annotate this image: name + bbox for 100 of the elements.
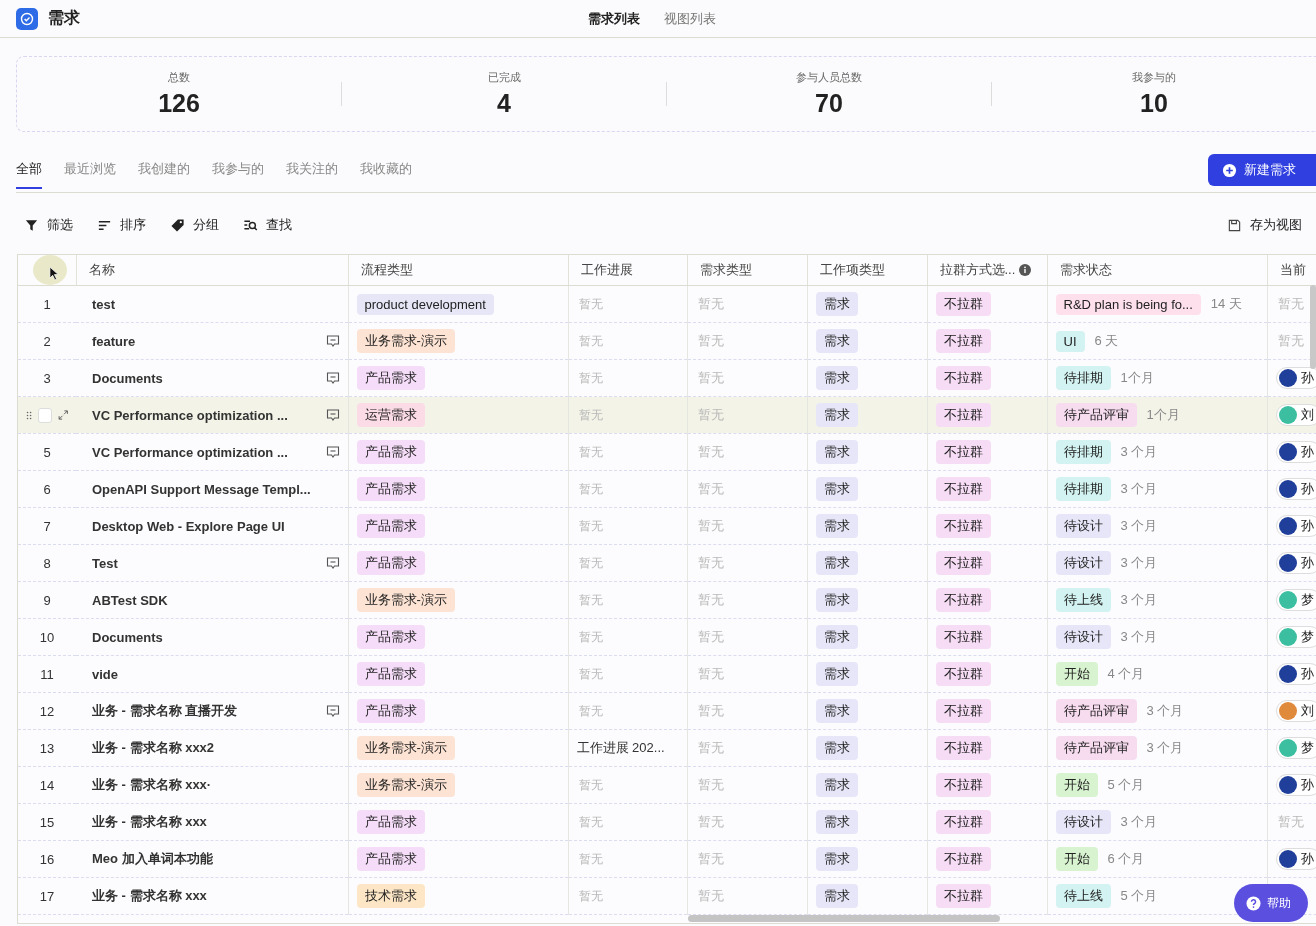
requirement-name[interactable]: 业务 - 需求名称 xxx· <box>92 776 212 794</box>
item-type-tag: 需求 <box>815 514 858 538</box>
group-mode-tag: 不拉群 <box>935 440 991 464</box>
horizontal-scrollbar[interactable] <box>688 915 1000 922</box>
group-mode-tag: 不拉群 <box>935 699 991 723</box>
nav-tab[interactable]: 视图列表 <box>664 9 716 28</box>
toolbar-button[interactable]: 筛选 <box>24 216 73 234</box>
demand-type: 暂无 <box>696 481 724 496</box>
work-progress: 暂无 <box>577 814 603 829</box>
status-age: 3 个月 <box>1120 443 1158 461</box>
row-number: 9 <box>43 592 51 608</box>
owner-chip[interactable]: 孙 <box>1275 514 1316 537</box>
requirement-name[interactable]: vide <box>92 666 118 682</box>
new-requirement-button[interactable]: 新建需求 <box>1208 154 1316 186</box>
column-header[interactable]: 工作进展 <box>568 255 687 286</box>
requirement-name[interactable]: Desktop Web - Explore Page UI <box>92 518 285 534</box>
toolbar-button[interactable]: 排序 <box>97 216 146 234</box>
group-mode-tag: 不拉群 <box>935 292 991 316</box>
requirement-name[interactable]: 业务 - 需求名称 xxx <box>92 887 207 905</box>
work-progress: 暂无 <box>577 703 603 718</box>
filter-tab[interactable]: 我创建的 <box>138 154 190 189</box>
drag-handle-icon[interactable] <box>26 409 33 421</box>
column-header[interactable]: 拉群方式选... <box>927 255 1047 286</box>
requirement-name[interactable]: feature <box>92 333 136 349</box>
help-button[interactable]: 帮助 <box>1234 884 1308 922</box>
owner-chip[interactable]: 孙 <box>1275 477 1316 500</box>
info-icon <box>1019 264 1032 276</box>
comment-icon[interactable] <box>325 445 340 459</box>
requirement-name[interactable]: Documents <box>92 370 163 386</box>
item-type-tag: 需求 <box>815 736 858 760</box>
column-header[interactable]: 需求类型 <box>687 255 807 286</box>
vertical-scrollbar[interactable] <box>1310 285 1316 369</box>
status-tag: 待产品评审 <box>1055 699 1137 723</box>
owner-chip[interactable]: 孙 <box>1275 773 1316 796</box>
requirement-name[interactable]: Test <box>92 555 118 571</box>
requirement-name[interactable]: 业务 - 需求名称 直播开发 <box>92 702 238 720</box>
comment-icon[interactable] <box>325 704 340 718</box>
filter-tab[interactable]: 最近浏览 <box>64 154 116 189</box>
stat-label: 已完成 <box>487 70 521 85</box>
group-mode-tag: 不拉群 <box>935 736 991 760</box>
item-type-tag: 需求 <box>815 477 858 501</box>
filter-tab[interactable]: 我收藏的 <box>360 154 412 189</box>
comment-icon[interactable] <box>325 408 340 422</box>
owner-chip[interactable]: 孙 <box>1275 551 1316 574</box>
owner-chip[interactable]: 孙 <box>1275 440 1316 463</box>
owner-chip[interactable]: 刘 <box>1275 699 1316 722</box>
nav-tab[interactable]: 需求列表 <box>588 9 640 28</box>
demand-type: 暂无 <box>696 296 724 311</box>
requirement-name[interactable]: test <box>92 296 116 312</box>
column-header[interactable]: 工作项类型 <box>807 255 927 286</box>
comment-icon[interactable] <box>325 556 340 570</box>
comment-icon[interactable] <box>325 371 340 385</box>
work-progress: 暂无 <box>577 555 603 570</box>
plus-icon <box>1222 162 1237 178</box>
requirement-name[interactable]: Meo 加入单词本功能 <box>92 850 213 868</box>
group-mode-tag: 不拉群 <box>935 329 991 353</box>
owner-chip[interactable]: 孙 <box>1275 847 1316 870</box>
status-age: 3 个月 <box>1120 628 1158 646</box>
requirement-name[interactable]: 业务 - 需求名称 xxx2 <box>92 739 215 757</box>
owner-chip[interactable]: 梦 <box>1275 736 1316 759</box>
row-number: 7 <box>43 518 51 534</box>
group-mode-tag: 不拉群 <box>935 403 991 427</box>
status-tag: 待产品评审 <box>1055 403 1137 427</box>
requirement-name[interactable]: Documents <box>92 629 163 645</box>
owner-chip[interactable]: 梦 <box>1275 625 1316 648</box>
filter-tab[interactable]: 我参与的 <box>212 154 264 189</box>
column-header[interactable]: 名称 <box>76 255 348 286</box>
status-age: 1个月 <box>1120 369 1154 387</box>
owner-chip[interactable]: 梦 <box>1275 588 1316 611</box>
status-tag: 开始 <box>1055 847 1098 871</box>
column-header[interactable]: 当前 <box>1267 255 1316 286</box>
save-view-button[interactable]: 存为视图 <box>1227 216 1302 234</box>
group-mode-tag: 不拉群 <box>935 588 991 612</box>
comment-icon[interactable] <box>325 334 340 348</box>
owner-chip[interactable]: 孙 <box>1275 662 1316 685</box>
flow-type-tag: 业务需求-演示 <box>356 588 455 612</box>
work-progress: 暂无 <box>577 851 603 866</box>
group-mode-tag: 不拉群 <box>935 625 991 649</box>
column-header[interactable]: 需求状态 <box>1047 255 1267 286</box>
requirement-name[interactable]: ABTest SDK <box>92 592 168 608</box>
group-mode-tag: 不拉群 <box>935 773 991 797</box>
filter-tab[interactable]: 我关注的 <box>286 154 338 189</box>
group-mode-tag: 不拉群 <box>935 514 991 538</box>
filter-tab[interactable]: 全部 <box>16 154 42 189</box>
column-header[interactable]: 流程类型 <box>348 255 568 286</box>
requirement-name[interactable]: OpenAPI Support Message Templ... <box>92 481 311 497</box>
status-age: 3 个月 <box>1146 702 1184 720</box>
expand-icon[interactable] <box>57 409 68 421</box>
toolbar-button[interactable]: 查找 <box>243 216 292 234</box>
row-number: 6 <box>43 481 51 497</box>
owner-chip[interactable]: 刘 <box>1275 403 1316 426</box>
toolbar-button[interactable]: 分组 <box>170 216 219 234</box>
requirement-name[interactable]: VC Performance optimization ... <box>92 444 288 460</box>
status-tag: UI <box>1055 330 1085 352</box>
owner-chip[interactable]: 孙 <box>1275 366 1316 389</box>
group-mode-tag: 不拉群 <box>935 551 991 575</box>
requirement-name[interactable]: 业务 - 需求名称 xxx <box>92 813 207 831</box>
row-checkbox[interactable] <box>38 407 52 423</box>
item-type-tag: 需求 <box>815 625 858 649</box>
group-mode-tag: 不拉群 <box>935 477 991 501</box>
